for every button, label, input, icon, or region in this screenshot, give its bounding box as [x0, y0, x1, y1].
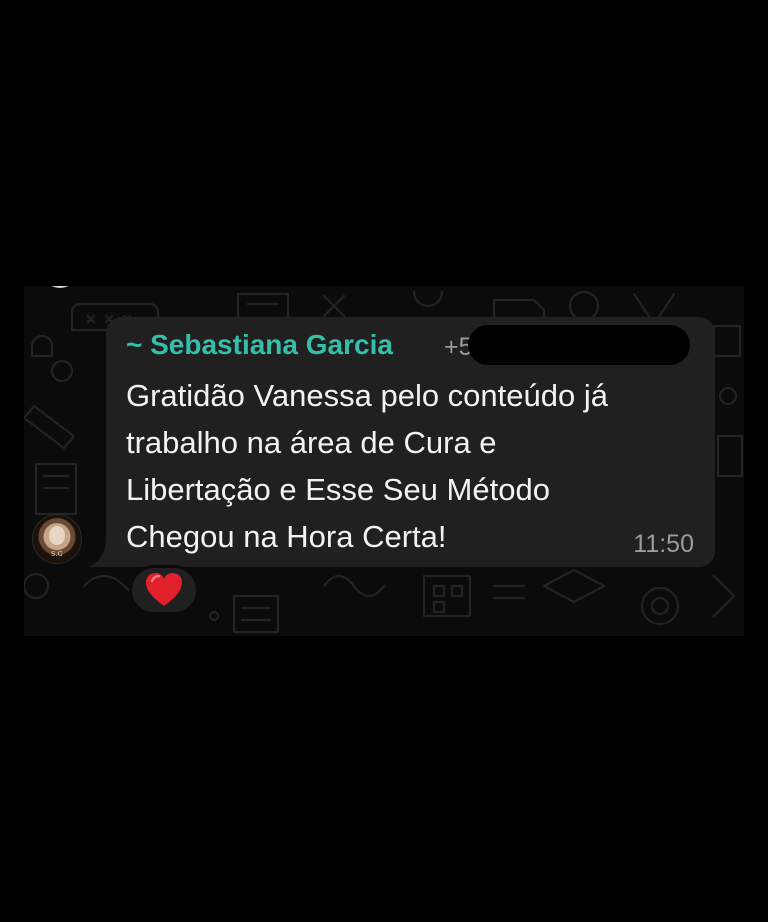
redaction-bar [468, 325, 690, 365]
message-bubble[interactable]: ~ Sebastiana Garcia +5 Gratidão Vanessa … [106, 317, 715, 567]
avatar-face [49, 526, 65, 545]
chat-background: S.G ~ Sebastiana Garcia +5 Gratidão Vane… [24, 286, 744, 636]
sender-name[interactable]: ~ Sebastiana Garcia [126, 329, 393, 361]
avatar-initials: S.G [50, 551, 64, 558]
message-text: Gratidão Vanessa pelo conteúdo já trabal… [126, 378, 608, 554]
reaction-badge[interactable] [129, 565, 199, 615]
message-time: 11:50 [633, 530, 694, 558]
sender-avatar[interactable]: S.G [32, 514, 82, 564]
red-heart-icon [146, 573, 182, 606]
